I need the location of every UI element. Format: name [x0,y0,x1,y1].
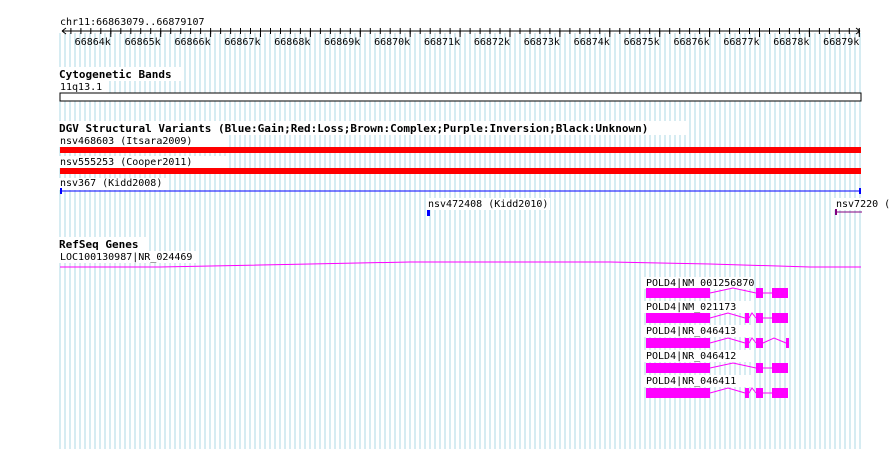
gene-label: POLD4|NR_046411 [646,376,736,387]
gene-transcript[interactable] [646,387,788,398]
ruler-tick-label: 66875k [624,37,660,48]
ruler-tick-label: 66865k [125,37,161,48]
cytoband-track-title: Cytogenetic Bands [59,68,172,81]
gene-exon [772,363,788,373]
gene-exon [772,288,788,298]
gene-label: POLD4|NM_001256870 [646,278,754,289]
gene-label: LOC100130987|NR_024469 [60,252,192,263]
ruler-tick-label: 66867k [224,37,260,48]
gene-exon [646,388,710,398]
gene-label: POLD4|NR_046412 [646,351,736,362]
ruler-tick-label: 66864k [75,37,111,48]
gene-transcript[interactable] [646,337,789,348]
gene-exon [772,388,788,398]
ruler-tick-label: 66866k [174,37,210,48]
ruler-tick-label: 66878k [773,37,809,48]
gene-exon [756,288,763,298]
ruler-range-label: chr11:66863079..66879107 [60,17,205,28]
gene-transcript[interactable] [646,362,788,373]
ruler-tick-label: 66874k [574,37,610,48]
gene-exon [745,388,749,398]
ruler-tick-label: 66873k [524,37,560,48]
ruler-tick-label: 66872k [474,37,510,48]
ruler-tick-label: 66869k [324,37,360,48]
gene-exon [756,338,763,348]
gene-exon [646,313,710,323]
ruler-tick-label: 66868k [274,37,310,48]
gene-exon [646,363,710,373]
dgv-feature-label: nsv472408 (Kidd2010) [428,199,548,210]
gene-exon [772,313,788,323]
gene-exon [745,313,749,323]
dgv-feature-loss[interactable] [60,147,861,153]
dgv-feature-gain-start [60,188,62,194]
refseq-track-title: RefSeq Genes [59,238,138,251]
ruler-tick-label: 66870k [374,37,410,48]
dgv-feature-loss[interactable] [60,168,861,174]
dgv-track-title: DGV Structural Variants (Blue:Gain;Red:L… [59,122,648,135]
dgv-feature-gain-end [859,188,861,194]
ruler-tick-label: 66871k [424,37,460,48]
gene-transcript[interactable] [646,287,788,298]
gene-exon [745,338,749,348]
gene-exon [646,288,710,298]
ruler-tick-label: 66877k [723,37,759,48]
dgv-feature-gain[interactable] [427,210,430,216]
ruler: chr11:66863079..66879107 66864k 66865k 668… [60,17,861,48]
cytoband-band-label: 11q13.1 [60,82,102,93]
gene-exon [756,388,763,398]
genome-browser-view: chr11:66863079..66879107 66864k 66865k 668… [58,17,890,449]
dgv-feature-label: nsv468603 (Itsara2009) [60,136,192,147]
gene-transcript[interactable] [646,312,788,323]
dgv-feature-label: nsv555253 (Cooper2011) [60,157,192,168]
gene-exon [756,363,763,373]
gene-label: POLD4|NR_046413 [646,326,736,337]
ruler-tick-label: 66876k [673,37,709,48]
dgv-feature-inversion-start [835,209,837,215]
gene-intron [709,362,757,369]
dgv-feature-label: nsv7220 (I [836,199,890,210]
gene-label: POLD4|NM_021173 [646,302,736,313]
ruler-tick-label: 66879k [823,37,859,48]
cytoband-band[interactable] [59,92,862,102]
gene-exon [756,313,763,323]
dgv-feature-label: nsv367 (Kidd2008) [60,178,162,189]
gene-exon [786,338,789,348]
gene-exon [646,338,710,348]
